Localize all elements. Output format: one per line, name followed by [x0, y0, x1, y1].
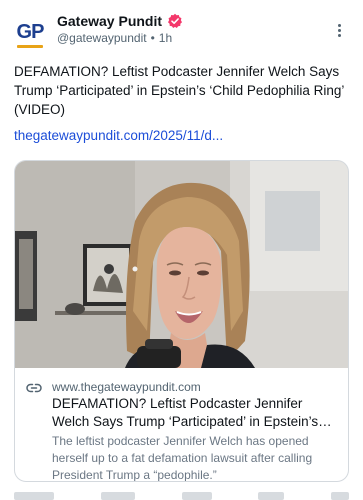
- display-name[interactable]: Gateway Pundit: [57, 13, 162, 29]
- card-body[interactable]: www.thegatewaypundit.com DEFAMATION? Lef…: [15, 368, 348, 482]
- verified-badge-icon: [168, 13, 183, 28]
- card-title: DEFAMATION? Leftist Podcaster Jennifer W…: [52, 396, 319, 429]
- card-description: The leftist podcaster Jennifer Welch has…: [52, 434, 313, 482]
- separator-dot: •: [150, 31, 155, 45]
- card-domain: www.thegatewaypundit.com: [52, 380, 201, 394]
- post-time[interactable]: 1h: [159, 31, 172, 45]
- link-preview-card[interactable]: www.thegatewaypundit.com DEFAMATION? Lef…: [14, 160, 349, 482]
- link-icon: [26, 383, 42, 393]
- name-row: Gateway Pundit: [57, 13, 183, 29]
- video-thumbnail-image: [15, 161, 348, 368]
- handle[interactable]: @gatewaypundit: [57, 31, 147, 45]
- post-text: DEFAMATION? Leftist Podcaster Jennifer W…: [14, 64, 344, 117]
- post-link[interactable]: thegatewaypundit.com/2025/11/d...: [14, 128, 223, 143]
- post-header: GP Gateway Pundit @gatewaypundit • 1h: [0, 0, 363, 56]
- avatar-logo-text: GP: [16, 20, 45, 43]
- avatar-accent-bar: [17, 45, 43, 48]
- avatar[interactable]: GP: [14, 16, 46, 48]
- more-options-icon[interactable]: [329, 20, 349, 40]
- card-image[interactable]: [15, 161, 348, 368]
- handle-row: @gatewaypundit • 1h: [57, 31, 172, 45]
- action-bar-partial: [14, 492, 349, 500]
